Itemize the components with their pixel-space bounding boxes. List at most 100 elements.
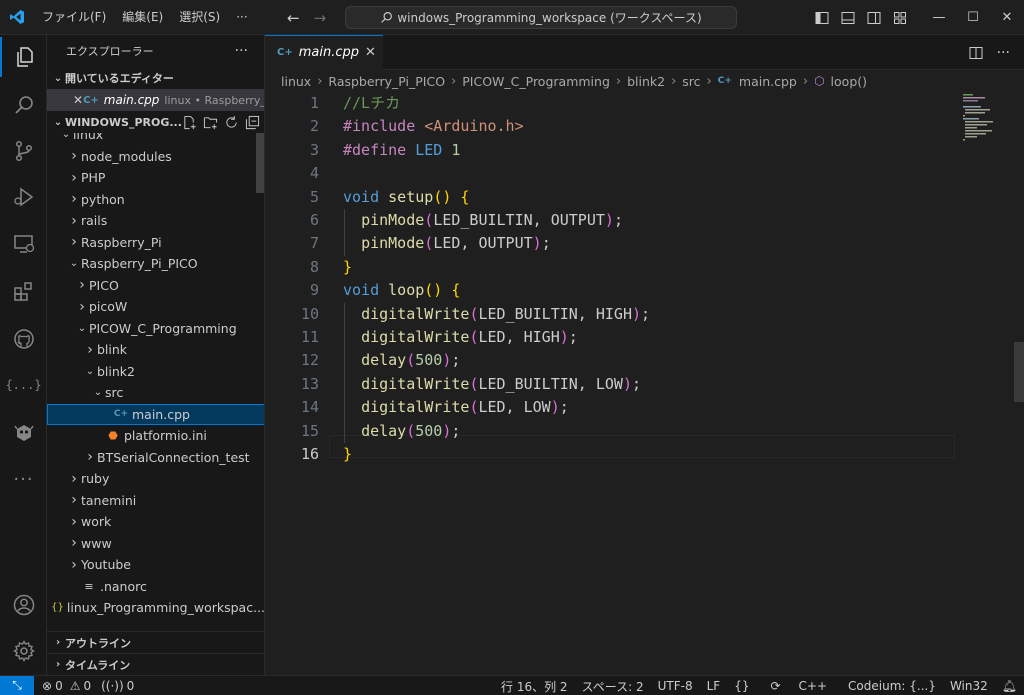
toggle-panel-icon[interactable]	[838, 8, 858, 28]
menu-item[interactable]: ファイル(F)	[34, 0, 114, 35]
codeium-status[interactable]: Codeium: {...}	[841, 679, 943, 693]
account-icon[interactable]	[0, 585, 47, 625]
editor-scrollbar[interactable]	[1014, 92, 1024, 675]
code-line[interactable]: delay(500);	[343, 420, 460, 443]
tree-file-item[interactable]: ⬣ platformio.ini	[47, 425, 264, 447]
code-line[interactable]: digitalWrite(LED_BUILTIN, HIGH);	[343, 303, 650, 326]
tree-file-item[interactable]: C+ main.cpp	[47, 403, 264, 425]
tree-folder-item[interactable]: › tanemini	[47, 490, 264, 512]
tree-folder-item[interactable]: › blink	[47, 339, 264, 361]
tree-folder-item[interactable]: ⌄ blink2	[47, 361, 264, 383]
indentation[interactable]: スペース: 2	[575, 678, 651, 695]
language-mode[interactable]: ⟳ C++	[756, 679, 841, 693]
customize-layout-icon[interactable]	[890, 8, 910, 28]
tree-folder-item[interactable]: ⌄ Raspberry_Pi_PICO	[47, 253, 264, 275]
tree-folder-item[interactable]: › ruby	[47, 468, 264, 490]
code-line[interactable]: //Lチカ	[343, 92, 400, 115]
forward-arrow-icon[interactable]: →	[314, 9, 327, 27]
menu-item[interactable]: 編集(E)	[114, 0, 171, 35]
settings-icon[interactable]	[0, 631, 47, 671]
notifications-bell-icon[interactable]: 🔔︎	[995, 679, 1024, 693]
problems-indicator[interactable]: ⊗ 0 ⚠ 0	[42, 679, 91, 693]
breadcrumb-item[interactable]: linux	[281, 74, 311, 89]
code-line[interactable]: digitalWrite(LED, HIGH);	[343, 326, 578, 349]
tree-folder-item[interactable]: › node_modules	[47, 146, 264, 168]
remote-explorer-icon[interactable]	[0, 224, 47, 264]
tree-folder-item[interactable]: ⌄ src	[47, 382, 264, 404]
explorer-icon[interactable]	[0, 37, 47, 77]
code-line[interactable]: delay(500);	[343, 349, 460, 372]
more-icon[interactable]: ···	[0, 459, 47, 499]
tree-scrollbar[interactable]	[256, 133, 264, 193]
remote-indicator-icon[interactable]: ⤡	[0, 675, 34, 695]
close-tab-icon[interactable]: ✕	[365, 45, 376, 60]
tree-folder-item[interactable]: ⌄ linux	[47, 133, 264, 146]
tree-folder-item[interactable]: ⌄ PICOW_C_Programming	[47, 318, 264, 340]
breadcrumb-item[interactable]: Raspberry_Pi_PICO	[328, 74, 445, 89]
code-line[interactable]: #define LED 1	[343, 139, 460, 162]
close-editor-icon[interactable]: ✕	[73, 93, 83, 107]
toggle-primary-sidebar-icon[interactable]	[812, 8, 832, 28]
breadcrumb-item[interactable]: blink2	[627, 74, 665, 89]
platform[interactable]: Win32	[943, 679, 995, 693]
menu-item[interactable]: 選択(S)	[171, 0, 228, 35]
tree-file-item[interactable]: {} linux_Programming_workspac...	[47, 597, 264, 617]
breadcrumb-item[interactable]: src	[682, 74, 700, 89]
code-line[interactable]: }	[343, 256, 352, 279]
breadcrumb-item[interactable]: PICOW_C_Programming	[462, 74, 610, 89]
minimize-icon[interactable]: —	[922, 0, 956, 35]
toggle-secondary-sidebar-icon[interactable]	[864, 8, 884, 28]
github-icon[interactable]	[0, 319, 47, 359]
platformio-icon[interactable]	[0, 413, 47, 453]
tree-folder-item[interactable]: › Raspberry_Pi	[47, 232, 264, 254]
braces-icon[interactable]: {}	[727, 679, 756, 693]
tree-folder-item[interactable]: › rails	[47, 210, 264, 232]
search-icon[interactable]	[0, 85, 47, 125]
tree-folder-item[interactable]: › python	[47, 189, 264, 211]
split-editor-icon[interactable]	[969, 46, 983, 60]
tree-folder-item[interactable]: › Youtube	[47, 554, 264, 576]
back-arrow-icon[interactable]: ←	[287, 9, 300, 27]
outline-section[interactable]: › アウトライン	[47, 631, 264, 653]
explorer-more-icon[interactable]: ···	[235, 43, 248, 59]
tree-folder-item[interactable]: › PICO	[47, 275, 264, 297]
tree-folder-item[interactable]: › work	[47, 511, 264, 533]
open-editor-item[interactable]: ✕ C+ main.cpp linux • Raspberry_...	[47, 89, 264, 111]
breadcrumb-item[interactable]: main.cpp	[739, 74, 797, 89]
open-editors-section[interactable]: ⌄ 開いているエディター	[47, 67, 264, 89]
run-debug-icon[interactable]	[0, 177, 47, 217]
restore-icon[interactable]: ☐	[956, 0, 990, 35]
tree-folder-item[interactable]: › www	[47, 533, 264, 555]
json-icon[interactable]: {...}	[0, 365, 47, 405]
new-file-icon[interactable]	[182, 115, 197, 130]
minimap[interactable]	[963, 92, 1013, 152]
timeline-section[interactable]: › タイムライン	[47, 653, 264, 675]
new-folder-icon[interactable]	[203, 115, 218, 130]
tree-folder-item[interactable]: › BTSerialConnection_test	[47, 447, 264, 469]
code-editor[interactable]: 1 //Lチカ 2 #include <Arduino.h> 3 #define LED …	[265, 92, 1024, 675]
cursor-position[interactable]: 行 16、列 2	[494, 678, 575, 695]
tab-main-cpp[interactable]: C+ main.cpp ✕	[265, 34, 383, 70]
code-line[interactable]: pinMode(LED_BUILTIN, OUTPUT);	[343, 209, 623, 232]
code-line[interactable]: digitalWrite(LED, LOW);	[343, 396, 569, 419]
refresh-icon[interactable]	[224, 115, 239, 130]
extensions-icon[interactable]	[0, 272, 47, 312]
editor-scrollbar-thumb[interactable]	[1014, 342, 1024, 402]
menu-more-icon[interactable]: ···	[228, 0, 255, 35]
code-line[interactable]: digitalWrite(LED_BUILTIN, LOW);	[343, 373, 641, 396]
tree-folder-item[interactable]: › picoW	[47, 296, 264, 318]
collapse-all-icon[interactable]	[245, 115, 260, 130]
tree-folder-item[interactable]: › PHP	[47, 167, 264, 189]
code-line[interactable]: }	[343, 443, 352, 466]
command-center-search[interactable]: windows_Programming_workspace (ワークスペース)	[345, 6, 737, 29]
close-icon[interactable]: ✕	[990, 0, 1024, 35]
code-line[interactable]: void setup() {	[343, 186, 469, 209]
encoding[interactable]: UTF-8	[651, 679, 700, 693]
source-control-icon[interactable]	[0, 131, 47, 171]
breadcrumb-item[interactable]: loop()	[831, 74, 867, 89]
code-line[interactable]: void loop() {	[343, 279, 460, 302]
end-of-line[interactable]: LF	[700, 679, 728, 693]
editor-more-icon[interactable]: ···	[997, 45, 1010, 61]
tree-file-item[interactable]: ≡ .nanorc	[47, 576, 264, 598]
workspace-section[interactable]: ⌄ WINDOWS_PROG...	[47, 111, 264, 133]
